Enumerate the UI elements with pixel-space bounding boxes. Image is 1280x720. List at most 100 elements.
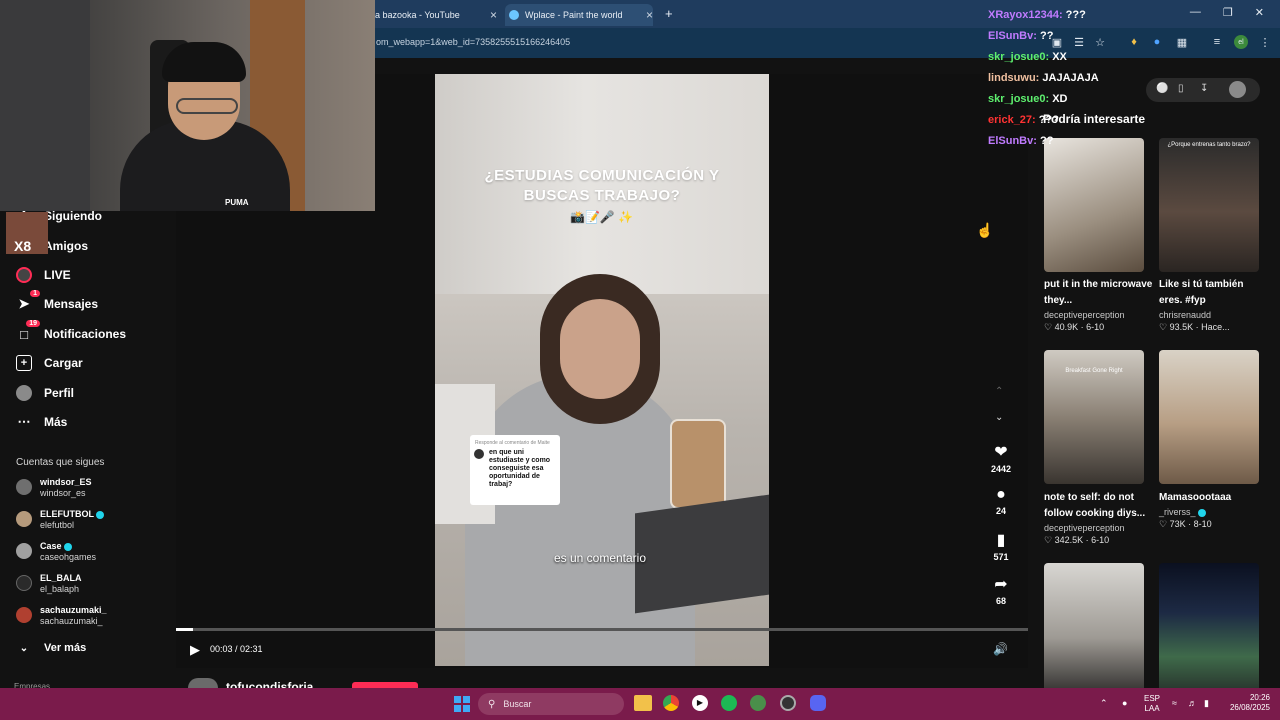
- previous-video-icon[interactable]: ⌃: [995, 386, 1003, 397]
- windows-start-icon[interactable]: [454, 696, 470, 712]
- sidebar-item-live[interactable]: LIVE: [16, 265, 71, 285]
- video-subtitle: es un comentario: [553, 551, 647, 565]
- account-name: Case: [40, 541, 62, 551]
- sidebar-item-messages[interactable]: ➤ 1 Mensajes: [16, 290, 98, 314]
- close-window-icon[interactable]: ✕: [1255, 6, 1264, 19]
- comment-icon: ●: [996, 486, 1006, 503]
- clock[interactable]: 20:26 26/08/2025: [1218, 693, 1270, 713]
- avatar: [16, 479, 32, 495]
- followed-account[interactable]: EL_BALA el_balaph: [16, 573, 82, 595]
- heart-icon: ❤: [994, 444, 1008, 461]
- next-video-icon[interactable]: ⌄: [995, 412, 1003, 423]
- volume-icon[interactable]: 🔊: [993, 642, 1008, 656]
- app-icon[interactable]: [780, 695, 796, 711]
- verified-icon: [64, 542, 73, 551]
- chat-user: XRayox12344:: [988, 9, 1063, 21]
- media-player-icon[interactable]: ▶: [692, 695, 708, 711]
- rec-views: 342.5K: [1054, 535, 1084, 545]
- puzzle-icon[interactable]: ▦: [1175, 35, 1189, 49]
- minimize-icon[interactable]: —: [1190, 6, 1201, 19]
- menu-dots-icon[interactable]: ⋮: [1258, 35, 1272, 49]
- account-handle: sachauzumaki_: [40, 616, 103, 626]
- rec-card-info[interactable]: note to self: do not follow cooking diys…: [1044, 490, 1154, 546]
- rec-title: note to self: do not follow cooking diys…: [1044, 492, 1146, 519]
- link-icon[interactable]: ⚪: [1156, 83, 1168, 94]
- followed-account[interactable]: windsor_ES windsor_es: [16, 477, 92, 499]
- rec-author: deceptiveperception: [1044, 523, 1125, 533]
- save-button[interactable]: ▮ 571: [985, 530, 1017, 562]
- account-handle: el_balaph: [40, 584, 80, 594]
- rec-date: 6-10: [1091, 535, 1110, 545]
- followed-account[interactable]: ELEFUTBOL elefutbol: [16, 509, 105, 531]
- browser-app-icon[interactable]: [750, 695, 766, 711]
- spotify-icon[interactable]: [721, 695, 737, 711]
- chat-user: ElSunBv:: [988, 135, 1037, 147]
- chrome-icon[interactable]: [663, 695, 679, 711]
- globe-icon: [509, 10, 519, 20]
- comment-button[interactable]: ● 24: [985, 486, 1017, 516]
- rec-card-info[interactable]: Like si tú también eres. #fyp chrisrenau…: [1159, 277, 1269, 333]
- like-button[interactable]: ❤ 2442: [985, 442, 1017, 474]
- restore-icon[interactable]: ❐: [1223, 6, 1233, 19]
- browser-tab-youtube[interactable]: a bazooka - YouTube ×: [375, 4, 497, 26]
- close-icon[interactable]: ×: [490, 8, 497, 22]
- sidebar-item-label: Más: [44, 415, 68, 429]
- bookmark-star-icon[interactable]: ☆: [1093, 35, 1107, 49]
- rec-thumbnail[interactable]: [1044, 138, 1144, 272]
- rec-thumbnail[interactable]: ¿Porque entrenas tanto brazo?: [1159, 138, 1259, 272]
- author-avatar[interactable]: [188, 678, 218, 688]
- wifi-icon[interactable]: ≈: [1172, 698, 1177, 708]
- author-name[interactable]: tofucondisforia: [226, 680, 313, 688]
- window-controls: — ❐ ✕: [1190, 6, 1264, 19]
- chat-text: ???: [1038, 114, 1059, 126]
- file-explorer-icon[interactable]: [634, 695, 652, 711]
- rec-thumbnail[interactable]: [1044, 563, 1144, 688]
- video-frame[interactable]: [435, 74, 769, 666]
- download-icon[interactable]: ↧: [1200, 83, 1208, 94]
- play-icon[interactable]: ▶: [190, 642, 200, 658]
- tab-search-icon[interactable]: ≡: [1210, 35, 1224, 49]
- save-count: 571: [993, 552, 1009, 562]
- microphone-icon[interactable]: ●: [1122, 698, 1127, 708]
- profile-avatar-icon: [16, 385, 32, 401]
- rec-thumbnail[interactable]: [1159, 563, 1259, 688]
- device-icon[interactable]: ▯: [1178, 83, 1184, 94]
- battery-icon[interactable]: ▮: [1204, 698, 1209, 709]
- progress-bar[interactable]: [176, 628, 1028, 631]
- chat-text: ??: [1039, 135, 1054, 147]
- rec-card-info[interactable]: Mamasoootaaa _riverss_ ♡ 73K · 8-10: [1159, 490, 1269, 530]
- tray-chevron-icon[interactable]: ⌃: [1100, 698, 1108, 709]
- speaker-icon[interactable]: ♬: [1188, 698, 1197, 708]
- rec-thumbnail[interactable]: Breakfast Gone Right: [1044, 350, 1144, 484]
- followed-account[interactable]: Case caseohgames: [16, 541, 96, 563]
- sidebar-item-label: Amigos: [44, 239, 89, 253]
- video-headline: ¿ESTUDIAS COMUNICACIÓN Y BUSCAS TRABAJO?: [484, 167, 720, 204]
- shield-extension-icon[interactable]: ♦: [1127, 35, 1141, 49]
- rec-author: _riverss_: [1159, 507, 1196, 517]
- see-more-button[interactable]: ⌄ Ver más: [16, 638, 86, 658]
- share-arrow-icon: ➦: [994, 576, 1008, 593]
- sidebar-item-upload[interactable]: + Cargar: [16, 353, 83, 373]
- user-avatar[interactable]: [1229, 81, 1246, 98]
- new-tab-button[interactable]: +: [665, 6, 673, 21]
- followed-account[interactable]: sachauzumaki_ sachauzumaki_: [16, 605, 107, 627]
- rec-views: 93.5K: [1169, 322, 1194, 332]
- browser-tab-wplace[interactable]: Wplace - Paint the world ×: [505, 4, 653, 26]
- language-indicator[interactable]: ESP LAA: [1144, 694, 1160, 714]
- more-dots-icon: ⋯: [17, 414, 31, 429]
- taskbar-search[interactable]: ⚲ Buscar: [478, 693, 624, 715]
- address-bar-url[interactable]: om_webapp=1&web_id=7358255515166246405: [376, 37, 570, 47]
- thumb-caption: Breakfast Gone Right: [1065, 368, 1123, 374]
- rec-card-info[interactable]: put it in the microwave they... deceptiv…: [1044, 277, 1154, 333]
- share-button[interactable]: ➦ 68: [985, 574, 1017, 606]
- sidebar-item-profile[interactable]: Perfil: [16, 383, 74, 403]
- translate-icon[interactable]: ☰: [1072, 35, 1086, 49]
- rec-thumbnail[interactable]: [1159, 350, 1259, 484]
- sidebar-item-more[interactable]: ⋯ Más: [16, 412, 68, 432]
- discord-icon[interactable]: [810, 695, 826, 711]
- extension-icon[interactable]: ●: [1150, 35, 1164, 49]
- profile-avatar[interactable]: el: [1234, 35, 1248, 49]
- share-count: 68: [995, 596, 1006, 606]
- sidebar-item-notifications[interactable]: □ 19 Notificaciones: [16, 320, 126, 344]
- close-icon[interactable]: ×: [646, 8, 653, 22]
